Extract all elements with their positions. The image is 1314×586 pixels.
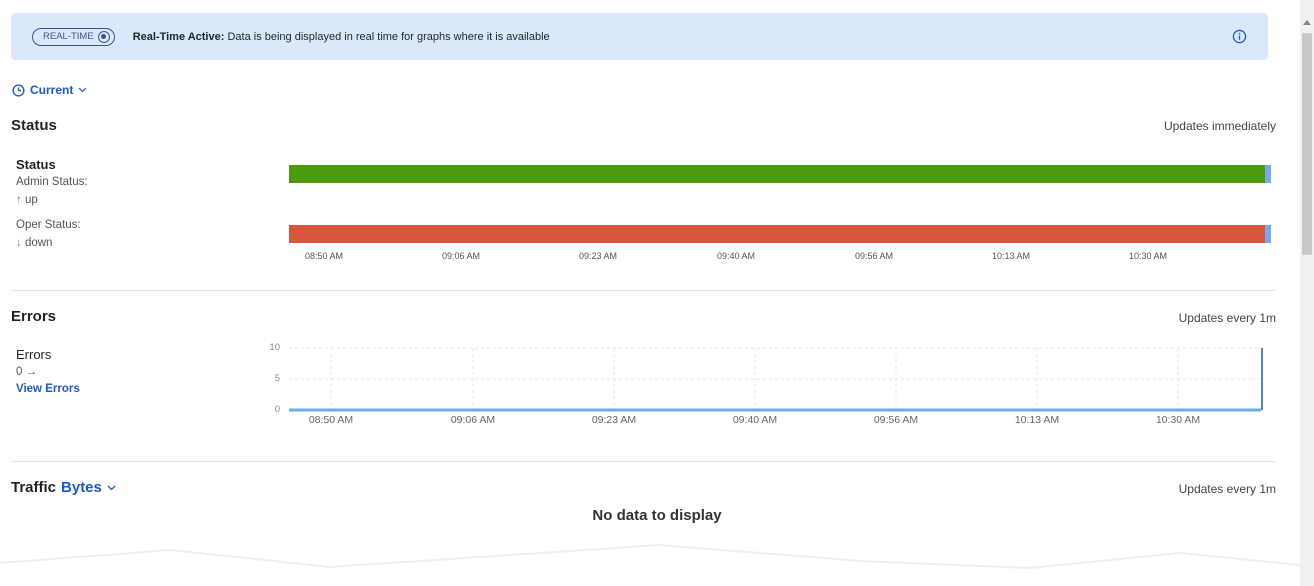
vertical-scrollbar[interactable] (1300, 0, 1314, 586)
arrow-down-icon: ↓ (16, 237, 22, 249)
scroll-up-arrow-icon[interactable] (1303, 20, 1311, 25)
admin-status-label: Admin Status: (16, 176, 88, 188)
errors-x-tick: 09:56 AM (873, 414, 919, 426)
status-section-title: Status (11, 117, 57, 134)
traffic-placeholder-chart (0, 543, 1300, 570)
traffic-section-title: Traffic Bytes (11, 479, 116, 496)
oper-status-bar[interactable] (289, 225, 1271, 243)
chevron-down-icon (107, 485, 116, 490)
admin-status-bar[interactable] (289, 165, 1271, 183)
oper-status-value: ↓ down (16, 237, 53, 249)
errors-x-tick: 10:13 AM (1014, 414, 1060, 426)
traffic-updates-label: Updates every 1m (1178, 482, 1276, 496)
no-data-message: No data to display (592, 507, 722, 524)
banner-title: Real-Time Active: (132, 30, 225, 43)
realtime-pill-label: REAL-TIME (43, 31, 94, 42)
status-x-tick: 09:06 AM (441, 251, 481, 261)
status-group-title: Status (16, 157, 56, 172)
errors-y-tick: 5 (274, 373, 280, 384)
errors-x-tick: 10:30 AM (1155, 414, 1201, 426)
errors-x-tick: 09:23 AM (591, 414, 637, 426)
status-x-tick: 09:40 AM (716, 251, 756, 261)
status-x-tick: 08:50 AM (304, 251, 344, 261)
time-range-dropdown[interactable]: Current (12, 83, 87, 97)
status-x-tick: 09:56 AM (854, 251, 894, 261)
errors-x-tick: 09:40 AM (732, 414, 778, 426)
errors-updates-label: Updates every 1m (1178, 311, 1276, 325)
divider (11, 461, 1276, 462)
status-updates-label: Updates immediately (1163, 119, 1276, 133)
errors-x-tick: 09:06 AM (450, 414, 496, 426)
clock-icon (12, 83, 25, 97)
admin-status-value: ↑ up (16, 194, 38, 206)
errors-chart (289, 347, 1263, 412)
banner-message: Data is being displayed in real time for… (227, 30, 550, 43)
errors-x-tick: 08:50 AM (308, 414, 354, 426)
status-x-tick: 10:13 AM (991, 251, 1031, 261)
realtime-toggle[interactable]: REAL-TIME (32, 27, 115, 46)
errors-y-tick: 10 (269, 342, 280, 353)
oper-status-label: Oper Status: (16, 219, 81, 231)
status-x-tick: 10:30 AM (1128, 251, 1168, 261)
realtime-banner: REAL-TIME Real-Time Active: Data is bein… (11, 13, 1268, 60)
traffic-unit-dropdown[interactable]: Bytes (61, 479, 116, 496)
errors-y-tick: 0 (274, 404, 280, 415)
arrow-up-icon: ↑ (16, 194, 22, 206)
scroll-thumb[interactable] (1302, 33, 1312, 255)
divider (11, 290, 1276, 291)
time-range-label: Current (30, 83, 74, 97)
status-x-tick: 09:23 AM (578, 251, 618, 261)
info-icon[interactable] (1232, 29, 1247, 44)
radio-icon (97, 30, 110, 43)
chevron-down-icon (78, 87, 87, 93)
errors-section-title: Errors (11, 308, 57, 325)
